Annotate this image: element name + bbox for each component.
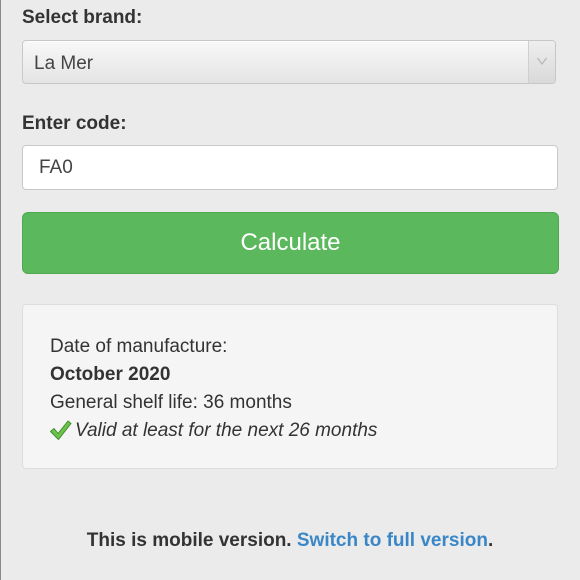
manufacture-label: Date of manufacture: — [50, 336, 228, 357]
code-label: Enter code: — [22, 113, 127, 134]
chevron-down-icon — [537, 57, 547, 65]
footer-text: This is mobile version. — [86, 530, 292, 551]
shelf-life-text: General shelf life: 36 months — [50, 392, 292, 413]
window-left-border — [0, 0, 1, 580]
footer-period: . — [487, 530, 494, 551]
select-arrow[interactable] — [528, 41, 555, 83]
checkmark-icon — [50, 420, 72, 440]
code-input[interactable] — [22, 145, 558, 190]
validity-text: Valid at least for the next 26 months — [75, 420, 378, 441]
footer: This is mobile version. Switch to full v… — [0, 530, 580, 552]
result-panel: Date of manufacture: October 2020 Genera… — [22, 304, 558, 469]
brand-label: Select brand: — [22, 7, 143, 28]
brand-select-value: La Mer — [34, 53, 94, 74]
calculate-button[interactable]: Calculate — [22, 212, 559, 274]
manufacture-date: October 2020 — [50, 364, 171, 385]
full-version-link[interactable]: Switch to full version — [297, 530, 488, 551]
brand-select[interactable]: La Mer — [22, 40, 556, 84]
